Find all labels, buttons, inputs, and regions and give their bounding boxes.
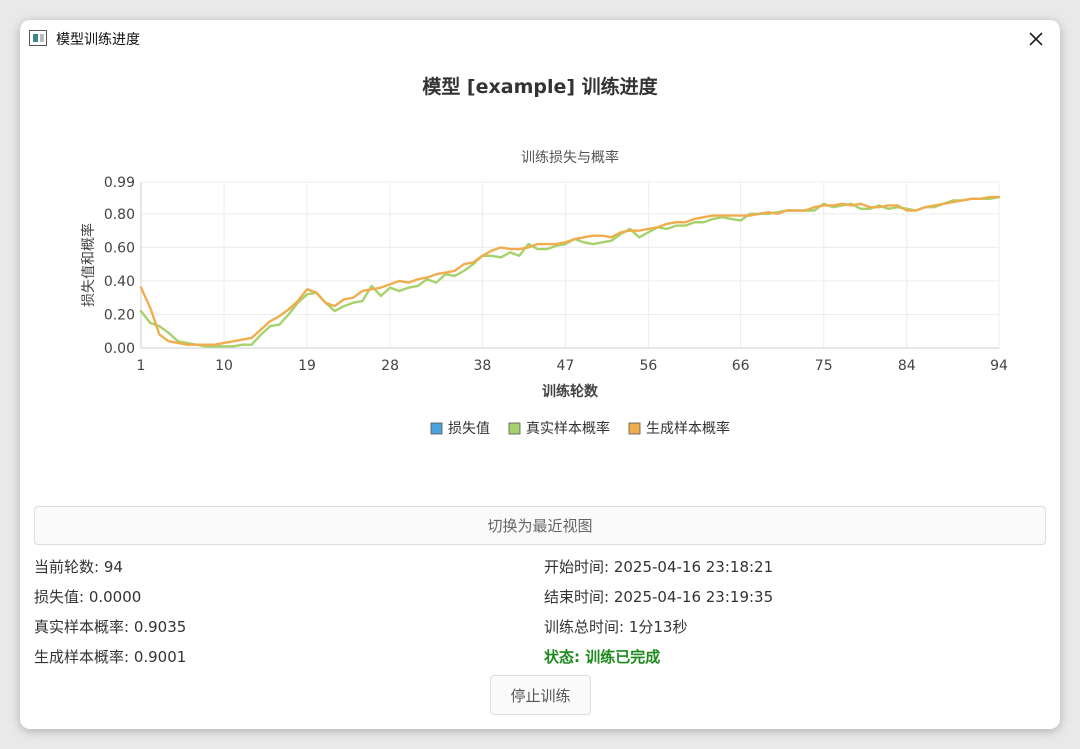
x-axis-label: 训练轮数	[542, 383, 599, 400]
legend-label-1: 真实样本概率	[526, 420, 610, 437]
x-tick-label: 1	[137, 358, 146, 374]
y-tick-label: 0.99	[104, 175, 135, 191]
y-tick-label: 0.40	[104, 274, 135, 290]
x-tick-label: 10	[215, 358, 233, 374]
total-time: 训练总时间: 1分13秒	[544, 618, 688, 636]
x-tick-label: 47	[556, 358, 574, 374]
x-tick-label: 94	[990, 358, 1008, 374]
legend-swatch-1	[508, 422, 521, 435]
legend-swatch-0	[430, 422, 443, 435]
chart-title: 训练损失与概率	[521, 149, 619, 166]
x-tick-label: 66	[732, 358, 750, 374]
y-axis-label: 损失值和概率	[80, 223, 97, 307]
start-time: 开始时间: 2025-04-16 23:18:21	[544, 558, 774, 576]
x-tick-label: 28	[381, 358, 399, 374]
real-sample-probability: 真实样本概率: 0.9035	[34, 618, 187, 636]
y-tick-label: 0.00	[104, 341, 135, 357]
stop-training-button[interactable]: 停止训练	[490, 675, 591, 715]
legend-label-2: 生成样本概率	[646, 420, 730, 437]
y-tick-label: 0.60	[104, 240, 135, 256]
legend-swatch-2	[628, 422, 641, 435]
x-tick-label: 56	[640, 358, 658, 374]
legend-label-0: 损失值	[448, 421, 490, 437]
series-line-1	[139, 195, 1001, 348]
x-tick-label: 38	[473, 358, 491, 374]
y-tick-label: 0.80	[104, 207, 135, 223]
training-chart: 训练损失与概率 0.00 0.20 0.40 0.60 0.80 0.99 1 10 19 28 38…	[80, 149, 1008, 437]
end-time: 结束时间: 2025-04-16 23:19:35	[544, 588, 774, 606]
y-tick-label: 0.20	[104, 307, 135, 323]
training-progress-window: 模型训练进度 模型 [example] 训练进度 训练损失与概率 0.00 0.20…	[20, 20, 1060, 729]
x-tick-label: 84	[898, 358, 916, 374]
fake-sample-probability: 生成样本概率: 0.9001	[34, 648, 187, 666]
toggle-view-button[interactable]: 切换为最近视图	[34, 506, 1046, 545]
loss-value: 损失值: 0.0000	[34, 588, 142, 606]
series-line-2	[139, 195, 1001, 346]
x-tick-label: 19	[298, 358, 316, 374]
training-status: 状态: 训练已完成	[544, 648, 661, 666]
current-epoch: 当前轮数: 94	[34, 558, 123, 576]
x-tick-label: 75	[815, 358, 833, 374]
